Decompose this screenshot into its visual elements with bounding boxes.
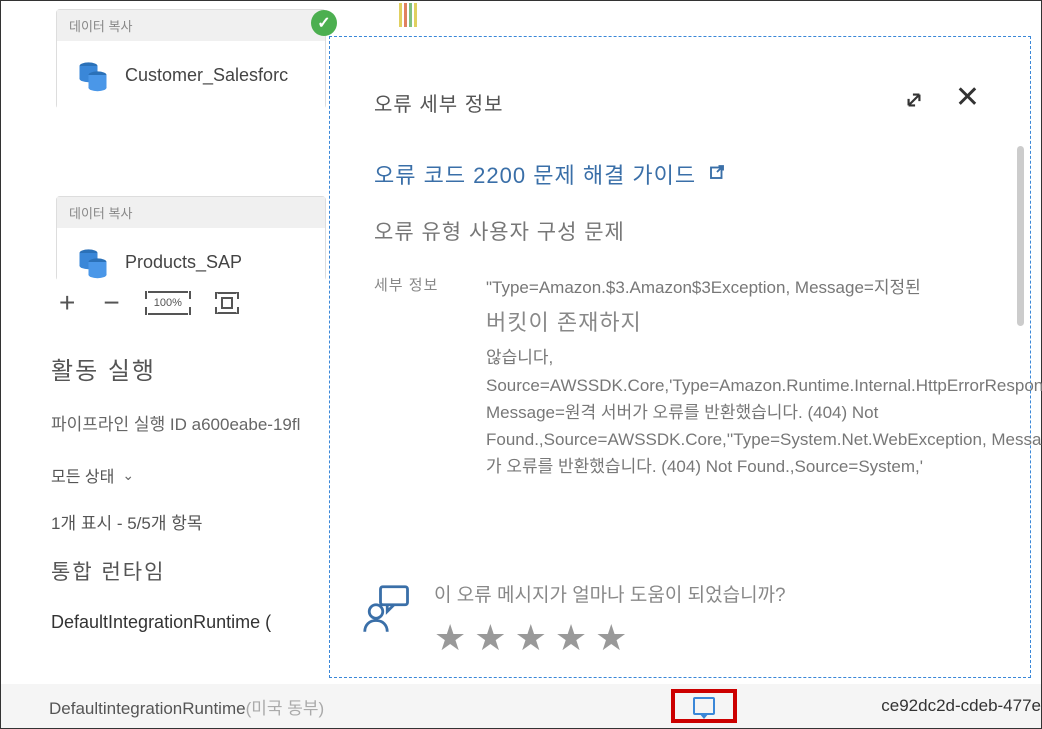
panel-title: 오류 세부 정보: [374, 88, 504, 117]
runtime-section-title: 통합 런타임: [51, 556, 351, 586]
activity-name: Products_SAP: [125, 252, 242, 273]
activity-box-customer[interactable]: 데이터 복사 Customer_Salesforc: [56, 9, 326, 109]
person-chat-icon: [358, 580, 412, 634]
pipeline-canvas: 데이터 복사 Customer_Salesforc 데이터 복사: [1, 1, 341, 281]
error-details-content: "Type=Amazon.$3.Amazon$3Exception, Messa…: [486, 274, 1042, 480]
chevron-down-icon: ⌄: [122, 467, 134, 484]
chat-icon[interactable]: [693, 697, 715, 715]
database-icon: [75, 57, 111, 93]
zoom-out-button[interactable]: −: [103, 289, 119, 317]
external-link-icon: [708, 163, 726, 186]
activity-runs-title: 활동 실행: [51, 351, 351, 386]
error-type: 오류 유형 사용자 구성 문제: [374, 216, 986, 246]
star-5[interactable]: ★: [595, 617, 627, 659]
activity-type-label: 데이터 복사: [57, 10, 325, 41]
scrollbar[interactable]: [1017, 146, 1024, 326]
star-2[interactable]: ★: [474, 617, 506, 659]
activity-run-guid: ce92dc2d-cdeb-477e: [881, 696, 1041, 716]
status-filter-dropdown[interactable]: 모든 상태 ⌄: [51, 463, 351, 487]
activity-name: Customer_Salesforc: [125, 65, 288, 86]
canvas-toolbar: + − 100%: [59, 281, 238, 325]
troubleshoot-link[interactable]: 오류 코드 2200 문제 해결 가이드: [374, 158, 986, 190]
bottom-runtime-label: DefaultintegrationRuntime(미국 동부): [49, 694, 324, 719]
fullscreen-button[interactable]: [216, 292, 238, 314]
error-details-panel: 오류 세부 정보 ✕ 오류 코드 2200 문제 해결 가이드 오류 유형 사용…: [329, 36, 1031, 678]
close-icon[interactable]: ✕: [955, 87, 980, 118]
feedback-section: 이 오류 메시지가 얼마나 도움이 되었습니까? ★ ★ ★ ★ ★: [358, 580, 786, 659]
star-1[interactable]: ★: [434, 617, 466, 659]
success-badge-icon: [311, 10, 337, 36]
feedback-question: 이 오류 메시지가 얼마나 도움이 되었습니까?: [434, 580, 786, 607]
report-error-highlight: [671, 689, 737, 723]
zoom-in-button[interactable]: +: [59, 289, 75, 317]
rating-stars: ★ ★ ★ ★ ★: [434, 617, 786, 659]
expand-icon[interactable]: [901, 87, 927, 118]
database-icon: [75, 244, 111, 280]
details-label: 세부 정보: [374, 274, 456, 480]
star-3[interactable]: ★: [515, 617, 547, 659]
activity-runs-section: 활동 실행 파이프라인 실행 ID a600eabe-19fl 모든 상태 ⌄ …: [51, 351, 351, 633]
bottom-bar: DefaultintegrationRuntime(미국 동부) ce92dc2…: [1, 684, 1041, 728]
item-count: 1개 표시 - 5/5개 항목: [51, 509, 351, 534]
star-4[interactable]: ★: [555, 617, 587, 659]
runtime-name: DefaultIntegrationRuntime (: [51, 612, 351, 633]
activity-type-label: 데이터 복사: [57, 197, 325, 228]
zoom-fit-button[interactable]: 100%: [148, 291, 188, 315]
timeline-marks: [399, 3, 417, 27]
activity-box-products[interactable]: 데이터 복사 Products_SAP: [56, 196, 326, 281]
pipeline-run-id: 파이프라인 실행 ID a600eabe-19fl: [51, 410, 351, 435]
